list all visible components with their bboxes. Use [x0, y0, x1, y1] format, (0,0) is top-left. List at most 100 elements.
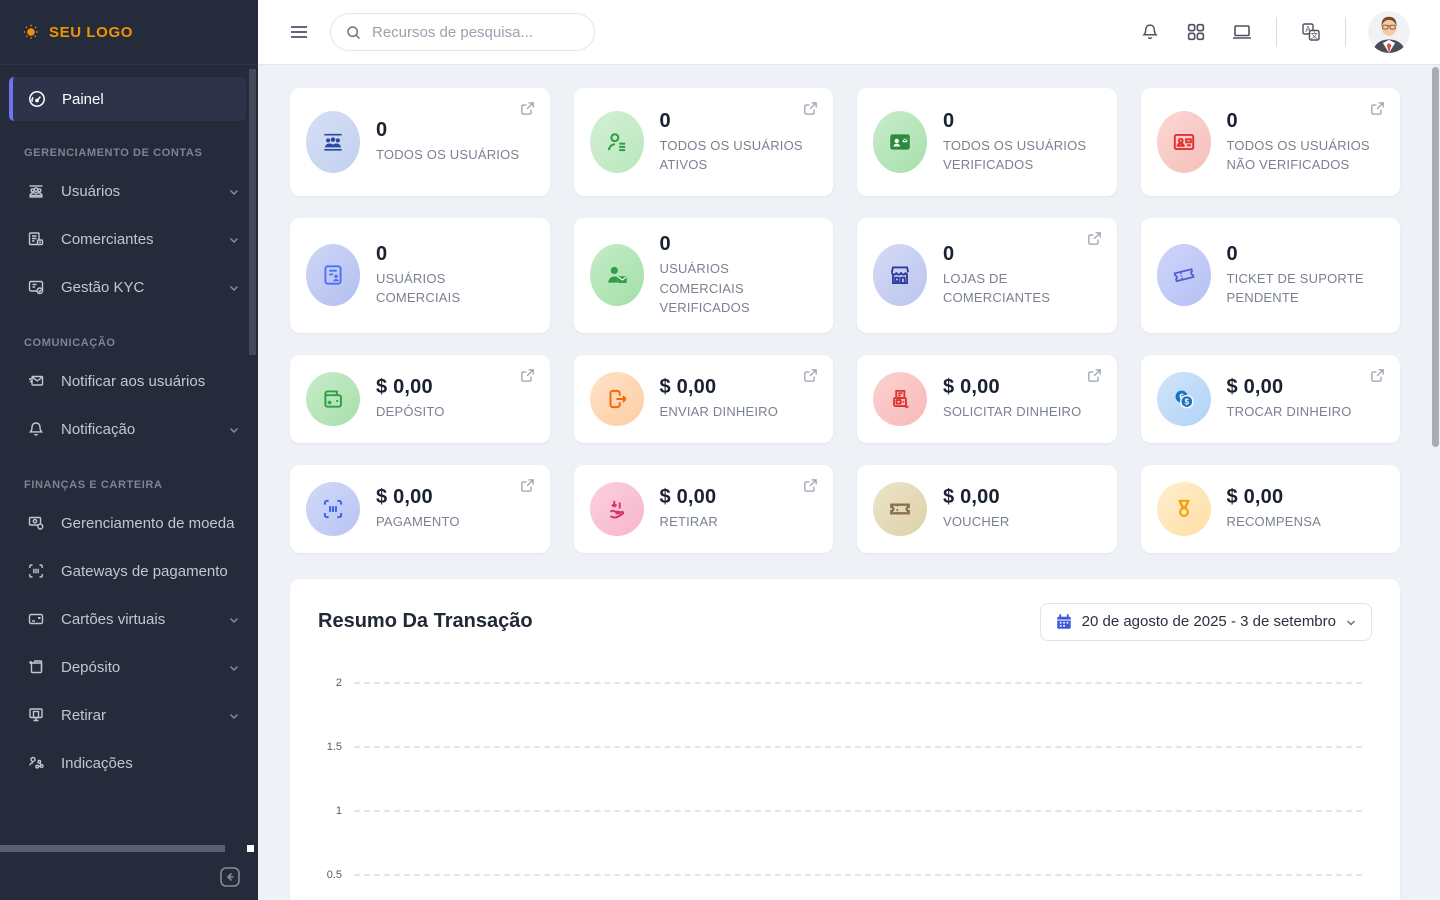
stat-value: $ 0,00	[1227, 486, 1321, 509]
main-panel: 0TODOS OS USUÁRIOS 0TODOS OS USUÁRIOS AT…	[258, 65, 1440, 900]
sidebar-section-title: COMUNICAÇÃO	[24, 337, 258, 349]
chevron-down-icon	[228, 709, 240, 721]
search-input[interactable]	[372, 24, 580, 41]
sidebar-item-label: Retirar	[61, 707, 213, 724]
external-link-icon[interactable]	[802, 477, 819, 494]
stat-card-trocar-dinheiro[interactable]: €$ $ 0,00TROCAR DINHEIRO	[1141, 355, 1401, 443]
support-ticket-icon	[1157, 244, 1211, 306]
gridline	[354, 682, 1362, 684]
chart-gridline-row: 1.5	[318, 741, 1362, 753]
stat-value: $ 0,00	[943, 376, 1081, 399]
sidebar-section-title: FINANÇAS E CARTEIRA	[24, 479, 258, 491]
stat-value: 0	[660, 110, 818, 133]
gridline	[354, 746, 1362, 748]
external-link-icon[interactable]	[1369, 367, 1386, 384]
notifications-bell-icon[interactable]	[1138, 20, 1162, 44]
stat-card-pagamento[interactable]: $ 0,00PAGAMENTO	[290, 465, 550, 553]
user-avatar[interactable]	[1368, 11, 1410, 53]
transaction-summary-title: Resumo Da Transação	[318, 610, 533, 633]
stat-label: TODOS OS USUÁRIOS VERIFICADOS	[943, 136, 1101, 175]
transaction-chart: 2 1.5 1 0.5	[318, 677, 1372, 900]
sidebar-collapse-button[interactable]	[218, 865, 242, 889]
stat-value: 0	[660, 233, 818, 256]
stat-label: TICKET DE SUPORTE PENDENTE	[1227, 269, 1385, 308]
sidebar-item-notificacao[interactable]: Notificação	[0, 405, 258, 453]
stat-value: 0	[943, 243, 1101, 266]
date-range-picker[interactable]: 20 de agosto de 2025 - 3 de setembro	[1040, 603, 1372, 641]
stat-value: $ 0,00	[660, 376, 779, 399]
chart-gridline-row: 2	[318, 677, 1362, 689]
external-link-icon[interactable]	[802, 100, 819, 117]
stat-card-voucher[interactable]: $ 0,00VOUCHER	[857, 465, 1117, 553]
chevron-down-icon	[228, 661, 240, 673]
sidebar-item-comerciantes[interactable]: Comerciantes	[0, 215, 258, 263]
external-link-icon[interactable]	[519, 100, 536, 117]
exchange-coins-icon: €$	[1157, 372, 1211, 426]
sidebar-vertical-scrollbar[interactable]	[249, 69, 256, 355]
stats-grid: 0TODOS OS USUÁRIOS 0TODOS OS USUÁRIOS AT…	[290, 88, 1400, 553]
sidebar-scrollbar-corner	[247, 845, 254, 852]
stat-card-lojas-de-comerciantes[interactable]: 0LOJAS DE COMERCIANTES	[857, 218, 1117, 333]
stat-card-enviar-dinheiro[interactable]: $ 0,00ENVIAR DINHEIRO	[574, 355, 834, 443]
chart-gridline-row: 1	[318, 805, 1362, 817]
stat-label: USUÁRIOS COMERCIAIS	[376, 269, 534, 308]
stat-card-retirar[interactable]: $ 0,00RETIRAR	[574, 465, 834, 553]
stat-label: RECOMPENSA	[1227, 512, 1321, 532]
sidebar-item-notificar-aos-usuarios[interactable]: Notificar aos usuários	[0, 357, 258, 405]
sidebar-item-cartoes-virtuais[interactable]: Cartões virtuais	[0, 595, 258, 643]
merchant-verified-icon	[590, 244, 644, 306]
y-axis-tick: 1	[318, 805, 354, 817]
chevron-down-icon	[228, 233, 240, 245]
sidebar-item-gestao-kyc[interactable]: Gestão KYC	[0, 263, 258, 311]
id-card-unverified-icon	[1157, 111, 1211, 173]
stat-card-usuarios-verificados[interactable]: 0 TODOS OS USUÁRIOS VERIFICADOS	[857, 88, 1117, 196]
wallet-plus-icon	[306, 372, 360, 426]
stat-value: $ 0,00	[660, 486, 718, 509]
stat-card-ticket-de-suporte-pendente[interactable]: 0TICKET DE SUPORTE PENDENTE	[1141, 218, 1401, 333]
withdraw-icon	[26, 705, 46, 725]
stat-value: 0	[376, 119, 519, 142]
menu-toggle-button[interactable]	[288, 21, 310, 43]
y-axis-tick: 1.5	[318, 741, 354, 753]
user-active-icon	[590, 111, 644, 173]
stat-value: 0	[943, 110, 1101, 133]
referral-icon	[26, 753, 46, 773]
sidebar-item-deposito[interactable]: Depósito	[0, 643, 258, 691]
stat-card-recompensa[interactable]: $ 0,00 RECOMPENSA	[1141, 465, 1401, 553]
stat-label: USUÁRIOS COMERCIAIS VERIFICADOS	[660, 259, 818, 318]
translate-icon[interactable]: A文	[1299, 20, 1323, 44]
external-link-icon[interactable]	[519, 367, 536, 384]
external-link-icon[interactable]	[1086, 230, 1103, 247]
sidebar-item-gerenciamento-de-moeda[interactable]: Gerenciamento de moeda	[0, 499, 258, 547]
chevron-down-icon	[228, 281, 240, 293]
apps-grid-icon[interactable]	[1184, 20, 1208, 44]
external-link-icon[interactable]	[1369, 100, 1386, 117]
sidebar-item-painel[interactable]: Painel	[9, 77, 246, 121]
topbar-actions: A文	[1138, 11, 1410, 53]
stat-card-usuarios-comerciais-verificados[interactable]: 0 USUÁRIOS COMERCIAIS VERIFICADOS	[574, 218, 834, 333]
sidebar-item-usuarios[interactable]: Usuários	[0, 167, 258, 215]
external-link-icon[interactable]	[802, 367, 819, 384]
laptop-icon[interactable]	[1230, 20, 1254, 44]
stat-card-deposito[interactable]: $ 0,00DEPÓSITO	[290, 355, 550, 443]
sidebar-item-gateways-de-pagamento[interactable]: Gateways de pagamento	[0, 547, 258, 595]
store-icon	[873, 244, 927, 306]
stat-card-usuarios-ativos[interactable]: 0TODOS OS USUÁRIOS ATIVOS	[574, 88, 834, 196]
page-vertical-scrollbar[interactable]	[1432, 67, 1439, 447]
stat-value: $ 0,00	[1227, 376, 1352, 399]
sidebar-item-label: Gestão KYC	[61, 279, 213, 296]
sidebar-item-indicacoes[interactable]: Indicações	[0, 739, 258, 787]
y-axis-tick: 2	[318, 677, 354, 689]
stat-card-solicitar-dinheiro[interactable]: $ 0,00SOLICITAR DINHEIRO	[857, 355, 1117, 443]
stat-card-todos-os-usuarios[interactable]: 0TODOS OS USUÁRIOS	[290, 88, 550, 196]
voucher-icon	[873, 482, 927, 536]
logo[interactable]: SEU LOGO	[0, 0, 258, 65]
sidebar-horizontal-scrollbar[interactable]	[0, 845, 225, 852]
external-link-icon[interactable]	[519, 477, 536, 494]
topbar-divider	[1345, 17, 1346, 47]
sidebar-item-retirar[interactable]: Retirar	[0, 691, 258, 739]
external-link-icon[interactable]	[1086, 367, 1103, 384]
stat-card-usuarios-nao-verificados[interactable]: 0TODOS OS USUÁRIOS NÃO VERIFICADOS	[1141, 88, 1401, 196]
stat-value: 0	[1227, 110, 1385, 133]
stat-card-usuarios-comerciais[interactable]: 0USUÁRIOS COMERCIAIS	[290, 218, 550, 333]
